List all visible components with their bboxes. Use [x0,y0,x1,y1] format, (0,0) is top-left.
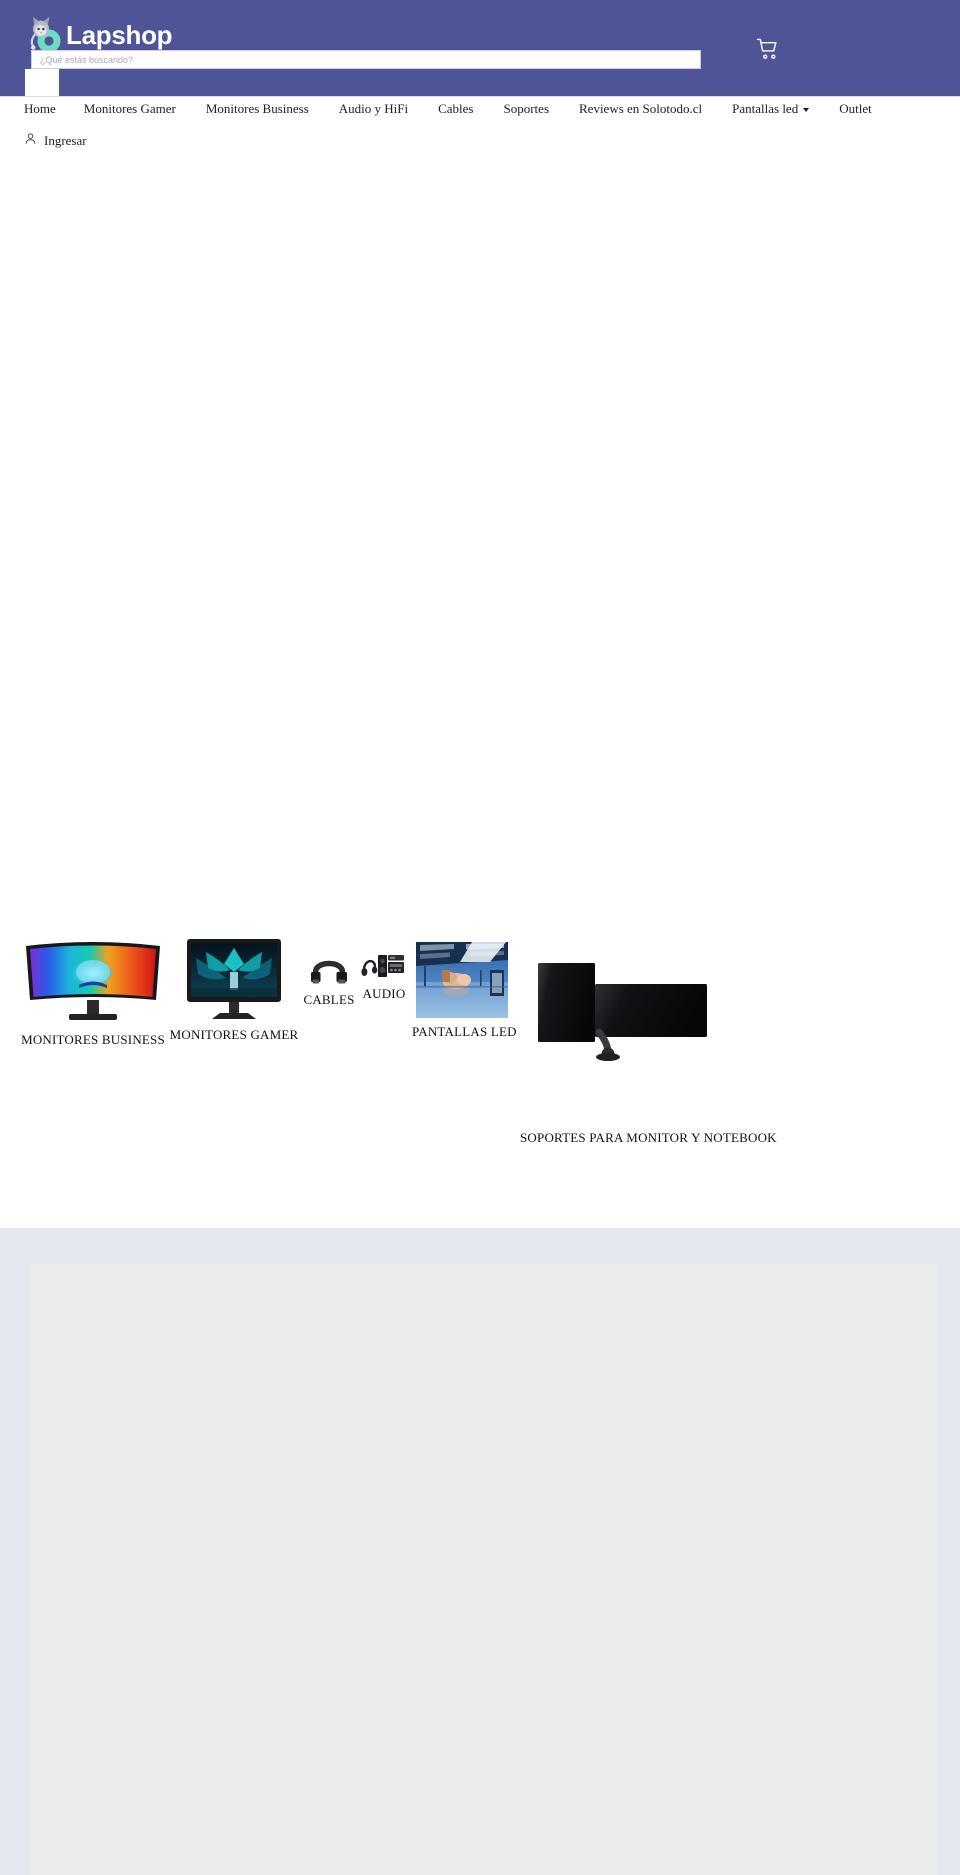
category-tile-pantallas-led[interactable]: PANTALLAS LED [412,940,517,1040]
hdmi-cable-icon [303,948,355,988]
nav-label: Soportes [503,101,550,116]
shopping-cart-icon [755,36,783,62]
nav-item-soportes[interactable]: Soportes [504,97,566,121]
category-label: AUDIO [362,986,406,1001]
nav-label: Outlet [839,101,872,116]
category-label: SOPORTES PARA MONITOR Y NOTEBOOK [520,1130,777,1145]
nav-item-cables[interactable]: Cables [438,97,489,121]
category-tile-soportes[interactable]: SOPORTES PARA MONITOR Y NOTEBOOK [520,958,777,1146]
nav-label: Monitores Business [205,101,309,116]
hero-banner-area [0,160,960,920]
category-label: MONITORES BUSINESS [21,1032,165,1047]
category-tile-monitores-gamer[interactable]: MONITORES GAMER [160,938,308,1043]
nav-label: Reviews en Solotodo.cl [579,101,703,116]
cat-donut-logo-icon [26,15,64,55]
nav-label: Home [24,101,56,116]
lower-content-panel [30,1264,937,1875]
main-navigation: Home Monitores Gamer Monitores Business … [0,96,960,120]
gaming-monitor-icon [186,938,282,1023]
nav-item-home[interactable]: Home [24,97,72,121]
cart-button[interactable] [755,35,783,63]
speaker-system-icon [361,948,407,982]
search-bar [31,50,701,69]
category-label: PANTALLAS LED [412,1024,517,1039]
category-label: MONITORES GAMER [169,1027,299,1042]
chevron-down-icon [803,108,810,112]
led-wall-display-icon [414,940,510,1020]
curved-business-monitor-icon [23,938,163,1028]
account-login-link[interactable]: Ingresar [24,132,87,150]
nav-item-reviews-solotodo[interactable]: Reviews en Solotodo.cl [579,97,718,121]
nav-label: Cables [438,101,474,116]
nav-item-pantallas-led[interactable]: Pantallas led [732,97,825,121]
nav-label: Monitores Gamer [83,101,176,116]
brand-name: Lapshop [66,20,173,50]
user-account-icon [24,132,37,150]
account-login-label: Ingresar [44,133,87,148]
site-header: Lapshop [0,0,960,102]
nav-list: Home Monitores Gamer Monitores Business … [24,97,902,121]
nav-label: Pantallas led [732,101,799,116]
nav-item-monitores-business[interactable]: Monitores Business [206,97,325,121]
category-tile-monitores-business[interactable]: MONITORES BUSINESS [10,938,176,1048]
category-tile-audio[interactable]: AUDIO [355,948,413,1002]
lower-content-section [0,1228,960,1875]
nav-item-monitores-gamer[interactable]: Monitores Gamer [84,97,192,121]
category-label: CABLES [303,992,355,1007]
nav-item-audio-y-hifi[interactable]: Audio y HiFi [339,97,424,121]
dual-monitor-arm-icon [520,958,768,1068]
nav-item-outlet[interactable]: Outlet [839,97,888,121]
category-shortcuts: MONITORES BUSINESS MONITORES GAMER CABLE… [0,930,960,1228]
search-input[interactable] [31,50,701,69]
category-tile-cables[interactable]: CABLES [295,948,363,1008]
nav-label: Audio y HiFi [338,101,409,116]
